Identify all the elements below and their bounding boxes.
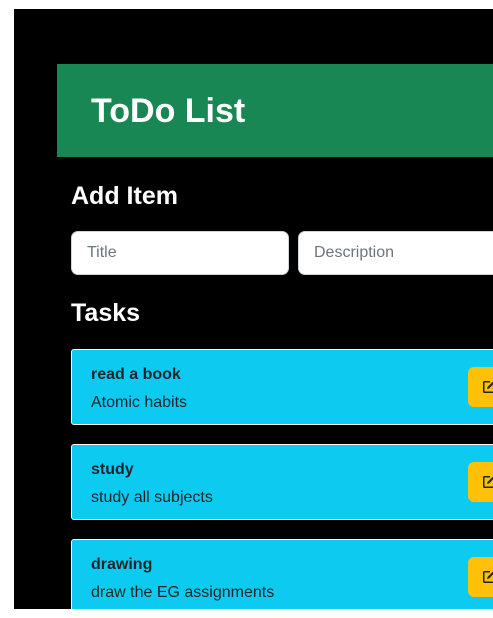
task-card: study study all subjects	[71, 444, 493, 520]
app-viewport: ToDo List Add Item Tasks read a book Ato…	[14, 9, 493, 609]
description-input[interactable]	[298, 231, 493, 275]
task-card: read a book Atomic habits	[71, 349, 493, 425]
page-title: ToDo List	[91, 92, 246, 130]
title-input[interactable]	[71, 231, 289, 275]
task-description: study all subjects	[91, 489, 213, 506]
edit-icon	[483, 381, 493, 393]
task-description: draw the EG assignments	[91, 584, 275, 601]
edit-task-button[interactable]	[468, 557, 493, 597]
edit-task-button[interactable]	[468, 367, 493, 407]
task-description: Atomic habits	[91, 394, 188, 411]
add-item-heading: Add Item	[71, 182, 178, 210]
edit-task-button[interactable]	[468, 462, 493, 502]
edit-icon	[483, 571, 493, 583]
task-title: drawing	[91, 556, 153, 573]
app-header: ToDo List	[57, 64, 493, 157]
task-title: study	[91, 461, 134, 478]
tasks-heading: Tasks	[71, 299, 141, 327]
task-card: drawing draw the EG assignments	[71, 539, 493, 609]
edit-icon	[483, 476, 493, 488]
task-title: read a book	[91, 366, 181, 383]
